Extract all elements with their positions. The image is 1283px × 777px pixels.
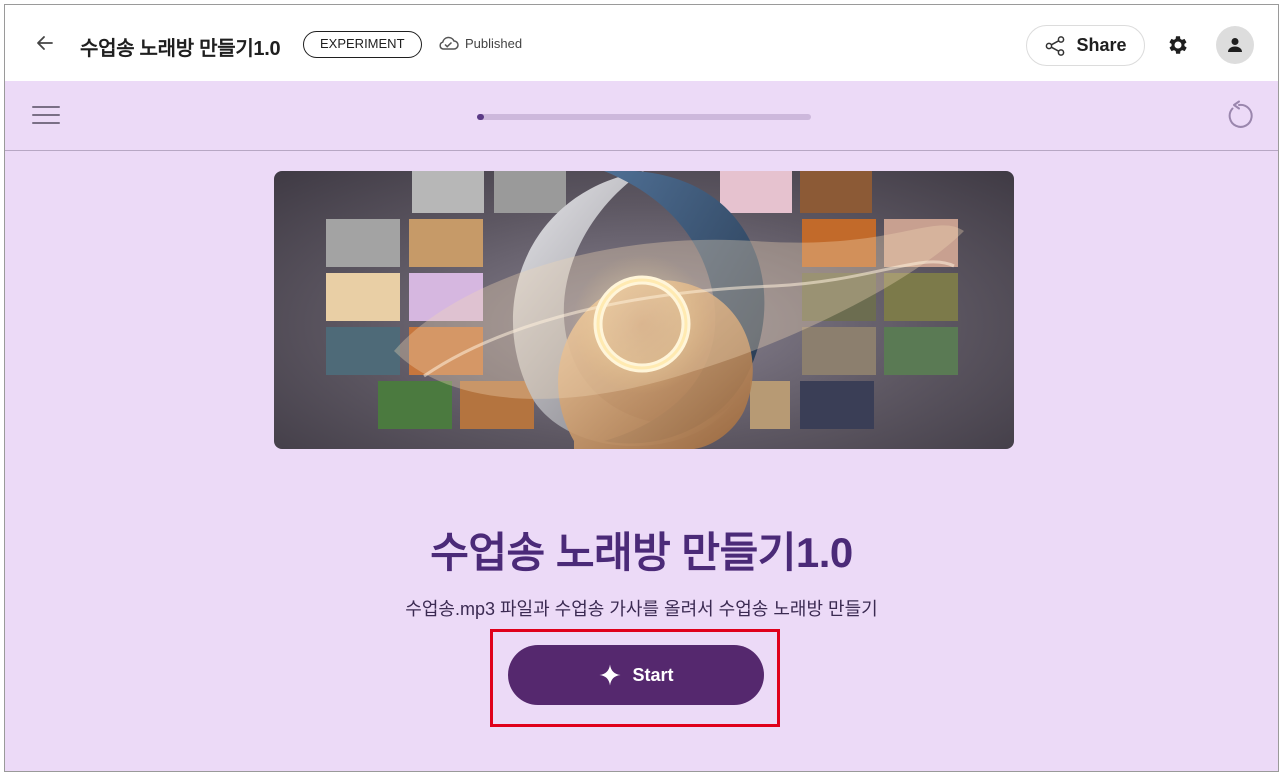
hero-illustration xyxy=(326,171,964,449)
publish-status-label: Published xyxy=(465,35,523,51)
progress-bar xyxy=(477,114,811,120)
share-button[interactable]: Share xyxy=(1026,25,1145,66)
share-label: Share xyxy=(1076,35,1127,55)
hamburger-menu-icon[interactable] xyxy=(31,103,61,127)
account-icon xyxy=(1228,38,1242,52)
back-button[interactable] xyxy=(31,29,59,57)
progress-fill xyxy=(477,114,484,120)
app-window: 수업송 노래방 만들기1.0 EXPERIMENT Published Shar… xyxy=(4,4,1279,772)
page-description: 수업송.mp3 파일과 수업송 가사를 올려서 수업송 노래방 만들기 xyxy=(405,599,878,619)
sparkle-icon xyxy=(599,664,621,686)
account-button[interactable] xyxy=(1216,26,1254,64)
page-title: 수업송 노래방 만들기1.0 xyxy=(430,529,853,576)
cloud-icon xyxy=(439,36,459,50)
gear-icon[interactable] xyxy=(1166,33,1190,57)
share-icon xyxy=(1046,35,1065,56)
top-header: 수업송 노래방 만들기1.0 EXPERIMENT Published Shar… xyxy=(5,5,1278,81)
start-label: Start xyxy=(632,664,674,685)
experiment-badge: EXPERIMENT xyxy=(303,31,422,58)
hero-image xyxy=(274,171,1014,449)
back-arrow-icon xyxy=(37,36,53,50)
app-title: 수업송 노래방 만들기1.0 xyxy=(80,38,281,60)
restart-icon[interactable] xyxy=(1223,100,1255,132)
sub-toolbar xyxy=(5,81,1278,151)
publish-status: Published xyxy=(437,35,522,51)
start-button[interactable]: Start xyxy=(508,645,764,705)
